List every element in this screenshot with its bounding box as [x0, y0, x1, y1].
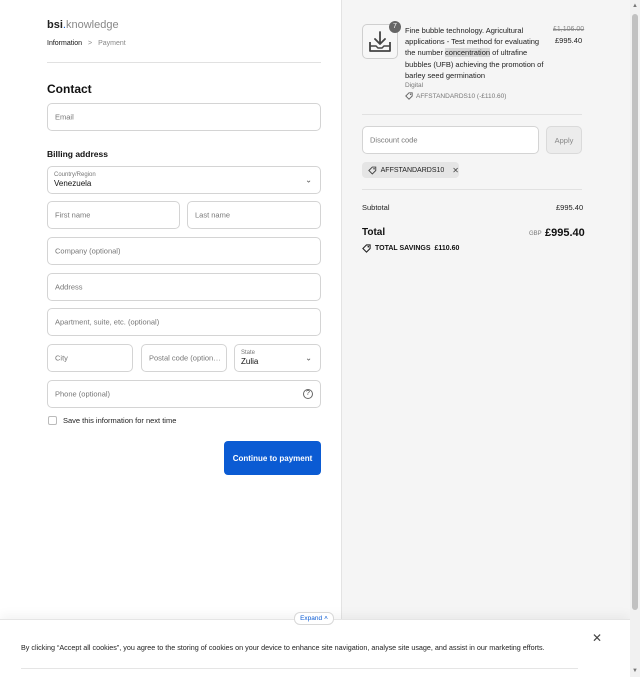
- header-divider: [47, 62, 321, 63]
- product-title: Fine bubble technology. Agricultural app…: [405, 25, 550, 81]
- summary-divider: [362, 114, 582, 115]
- order-summary-panel: [341, 0, 630, 677]
- country-value: Venezuela: [54, 179, 92, 188]
- expand-button[interactable]: Expand ˄: [294, 612, 334, 625]
- country-select[interactable]: Country/Region Venezuela ⌄: [47, 166, 321, 194]
- product-discount: AFFSTANDARDS10 (-£110.60): [405, 92, 506, 100]
- breadcrumb-information[interactable]: Information: [47, 40, 82, 47]
- last-name-placeholder: Last name: [195, 210, 231, 220]
- chevron-up-icon: ˄: [324, 615, 328, 622]
- discounted-price: £995.40: [555, 36, 583, 45]
- checkout-form-panel: bsi.knowledge Information > Payment Cont…: [0, 0, 342, 677]
- discount-code-input[interactable]: Discount code: [362, 126, 539, 154]
- scroll-up-arrow-icon[interactable]: ▲: [631, 2, 639, 10]
- city-placeholder: City: [55, 353, 68, 363]
- tag-icon: [405, 92, 413, 100]
- last-name-field[interactable]: Last name: [187, 201, 321, 229]
- apartment-placeholder: Apartment, suite, etc. (optional): [55, 317, 160, 327]
- address-field[interactable]: Address: [47, 273, 321, 301]
- save-info-checkbox[interactable]: [48, 416, 57, 425]
- total-value: £995.40: [545, 227, 585, 239]
- first-name-field[interactable]: First name: [47, 201, 180, 229]
- download-icon: [369, 30, 391, 52]
- company-placeholder: Company (optional): [55, 246, 121, 256]
- state-select[interactable]: State Zulia ⌄: [234, 344, 321, 372]
- bsi-knowledge-logo[interactable]: bsi.knowledge: [47, 19, 119, 31]
- company-field[interactable]: Company (optional): [47, 237, 321, 265]
- email-field[interactable]: Email: [47, 103, 321, 131]
- total-label: Total: [362, 227, 386, 238]
- phone-placeholder: Phone (optional): [55, 389, 111, 399]
- summary-divider: [362, 189, 582, 190]
- subtotal-value: £995.40: [556, 203, 584, 212]
- help-icon[interactable]: ?: [303, 389, 313, 399]
- savings-label: TOTAL SAVINGS: [375, 245, 431, 252]
- logo-brand: bsi: [47, 19, 63, 31]
- contact-heading: Contact: [47, 82, 92, 96]
- city-field[interactable]: City: [47, 344, 133, 372]
- billing-address-heading: Billing address: [47, 149, 108, 159]
- breadcrumb-payment: Payment: [98, 40, 126, 47]
- chevron-right-icon: >: [88, 40, 93, 47]
- scrollbar-thumb[interactable]: [632, 14, 638, 610]
- discount-code-placeholder: Discount code: [370, 135, 418, 145]
- continue-to-payment-button[interactable]: Continue to payment: [224, 441, 321, 475]
- savings-value: £110.60: [434, 245, 460, 252]
- email-placeholder: Email: [55, 112, 74, 122]
- address-placeholder: Address: [55, 282, 83, 292]
- discount-tag-label: AFFSTANDARDS10: [380, 166, 445, 174]
- subtotal-label: Subtotal: [362, 203, 390, 212]
- chevron-down-icon: ⌄: [305, 175, 312, 185]
- product-title-highlight: concentration: [445, 48, 491, 58]
- product-type: Digital: [405, 82, 424, 89]
- apartment-field[interactable]: Apartment, suite, etc. (optional): [47, 308, 321, 336]
- page-scrollbar[interactable]: ▲ ▼: [630, 0, 640, 677]
- cookie-message: By clicking “Accept all cookies”, you ag…: [21, 643, 545, 652]
- tag-icon: [368, 166, 377, 175]
- product-discount-text: AFFSTANDARDS10 (-£110.60): [416, 92, 507, 100]
- country-label: Country/Region: [54, 172, 96, 178]
- first-name-placeholder: First name: [55, 210, 91, 220]
- cookie-divider: [21, 668, 578, 669]
- scroll-down-arrow-icon[interactable]: ▼: [631, 667, 639, 675]
- postal-code-field[interactable]: Postal code (option…: [141, 344, 227, 372]
- tag-icon: [362, 244, 371, 253]
- state-label: State: [241, 350, 256, 356]
- apply-button[interactable]: Apply: [546, 126, 582, 154]
- quantity-badge: 7: [389, 21, 401, 33]
- chevron-down-icon: ⌄: [305, 353, 312, 363]
- postal-code-placeholder: Postal code (option…: [149, 353, 221, 363]
- discount-tag: AFFSTANDARDS10 ✕: [362, 162, 459, 178]
- breadcrumb: Information > Payment: [47, 40, 126, 47]
- currency-code: GBP: [529, 231, 542, 237]
- total-savings: TOTAL SAVINGS £110.60: [362, 244, 459, 253]
- remove-discount-icon[interactable]: ✕: [452, 166, 459, 175]
- original-price: £1,106.00: [553, 26, 585, 33]
- logo-suffix: knowledge: [65, 19, 119, 31]
- save-info-label[interactable]: Save this information for next time: [63, 416, 176, 425]
- expand-label: Expand: [300, 615, 323, 622]
- phone-field[interactable]: Phone (optional) ?: [47, 380, 321, 408]
- close-icon[interactable]: ✕: [592, 631, 602, 645]
- state-value: Zulia: [241, 357, 259, 366]
